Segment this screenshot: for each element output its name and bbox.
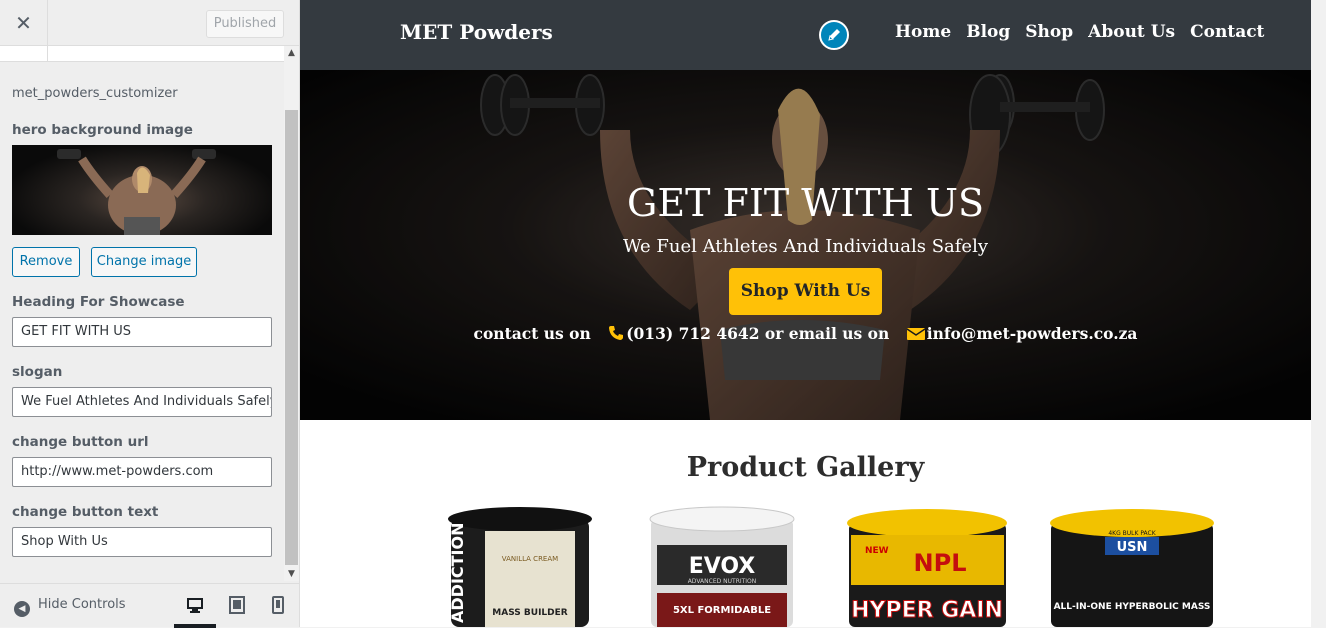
tablet-icon[interactable] (228, 596, 246, 614)
nav-about-us[interactable]: About Us (1088, 22, 1175, 42)
product-image-npl[interactable]: NEW NPL HYPER GAIN (845, 505, 1010, 627)
divider (47, 46, 48, 62)
button-url-label: change button url (12, 434, 149, 450)
published-button[interactable]: Published (206, 10, 284, 38)
product-4-name: USN (1117, 540, 1148, 555)
remove-image-button[interactable]: Remove (12, 247, 80, 277)
button-text-input[interactable]: Shop With Us (12, 527, 272, 557)
hero-image-thumbnail (12, 145, 272, 235)
nav-shop[interactable]: Shop (1025, 22, 1073, 42)
product-3-sub: HYPER GAIN (851, 598, 1003, 623)
button-url-input[interactable]: http://www.met-powders.com (12, 457, 272, 487)
customizer-header: ✕ Published (0, 0, 299, 46)
gallery-title: Product Gallery (686, 452, 925, 483)
product-3-name: NPL (914, 549, 967, 577)
product-1-name: ADDICTION (448, 523, 467, 624)
preview-scrollbar[interactable] (1311, 0, 1326, 627)
contact-phone[interactable]: (013) 712 4642 or email us on (626, 324, 889, 343)
scroll-thumb[interactable] (285, 110, 298, 565)
contact-prefix: contact us on (473, 324, 591, 343)
preview-scroll-thumb[interactable] (1314, 2, 1323, 625)
section-nav-bar (0, 46, 284, 62)
section-title: met_powders_customizer (12, 86, 178, 101)
edit-shortcut-button[interactable] (819, 20, 849, 50)
pencil-icon (828, 29, 840, 41)
email-icon (906, 328, 925, 340)
button-text-label: change button text (12, 504, 159, 520)
hero-section: GET FIT WITH US We Fuel Athletes And Ind… (300, 70, 1311, 420)
product-1-sub: MASS BUILDER (492, 608, 567, 618)
product-3-flavour: NEW (865, 546, 889, 556)
hide-controls-label: Hide Controls (38, 597, 126, 612)
close-button[interactable]: ✕ (0, 0, 48, 46)
site-navbar: MET Powders Home Blog Shop About Us Cont… (300, 0, 1311, 70)
hero-contact-line: contact us on (013) 712 4642 or email us… (300, 324, 1311, 343)
slogan-label: slogan (12, 364, 63, 380)
mobile-icon[interactable] (269, 596, 287, 614)
panel-scrollbar[interactable]: ▲ ▼ (284, 46, 299, 581)
collapse-arrow-icon: ◀ (14, 601, 30, 617)
hero-bg-label: hero background image (12, 122, 193, 138)
nav-contact[interactable]: Contact (1190, 22, 1264, 42)
product-1-flavour: VANILLA CREAM (502, 555, 558, 563)
nav-blog[interactable]: Blog (966, 22, 1010, 42)
shop-with-us-button[interactable]: Shop With Us (729, 268, 882, 315)
customizer-footer: ◀ Hide Controls (0, 583, 299, 628)
main-nav: Home Blog Shop About Us Contact (895, 22, 1264, 42)
phone-icon (609, 326, 624, 340)
site-brand[interactable]: MET Powders (400, 20, 553, 44)
hero-heading: GET FIT WITH US (626, 181, 984, 225)
heading-input[interactable]: GET FIT WITH US (12, 317, 272, 347)
hero-slogan: We Fuel Athletes And Individuals Safely (623, 236, 988, 257)
product-image-usn[interactable]: 4KG BULK PACK USN ALL-IN-ONE HYPERBOLIC … (1047, 505, 1217, 627)
close-icon: ✕ (15, 11, 32, 35)
contact-email[interactable]: info@met-powders.co.za (927, 324, 1138, 343)
customizer-panel: ✕ Published ▲ ▼ met_powders_customizer h… (0, 0, 300, 628)
scroll-up-arrow-icon[interactable]: ▲ (284, 46, 299, 60)
heading-label: Heading For Showcase (12, 294, 185, 310)
product-2-sub: 5XL FORMIDABLE (673, 605, 771, 616)
scroll-down-arrow-icon[interactable]: ▼ (284, 567, 299, 581)
product-4-sub: ALL-IN-ONE HYPERBOLIC MASS (1054, 602, 1211, 612)
product-2-name: EVOX (689, 554, 756, 579)
desktop-icon[interactable] (186, 596, 204, 614)
product-image-addiction[interactable]: ADDICTION VANILLA CREAM MASS BUILDER (445, 505, 595, 627)
change-image-button[interactable]: Change image (91, 247, 197, 277)
product-image-evox[interactable]: EVOX ADVANCED NUTRITION 5XL FORMIDABLE (647, 505, 797, 627)
active-device-indicator (174, 624, 216, 628)
nav-home[interactable]: Home (895, 22, 951, 42)
product-2-flavour: ADVANCED NUTRITION (688, 578, 757, 585)
slogan-input[interactable]: We Fuel Athletes And Individuals Safely (12, 387, 272, 417)
hide-controls-button[interactable]: ◀ Hide Controls (14, 597, 126, 617)
product-4-flavour: 4KG BULK PACK (1108, 530, 1156, 537)
site-preview: MET Powders Home Blog Shop About Us Cont… (300, 0, 1311, 627)
